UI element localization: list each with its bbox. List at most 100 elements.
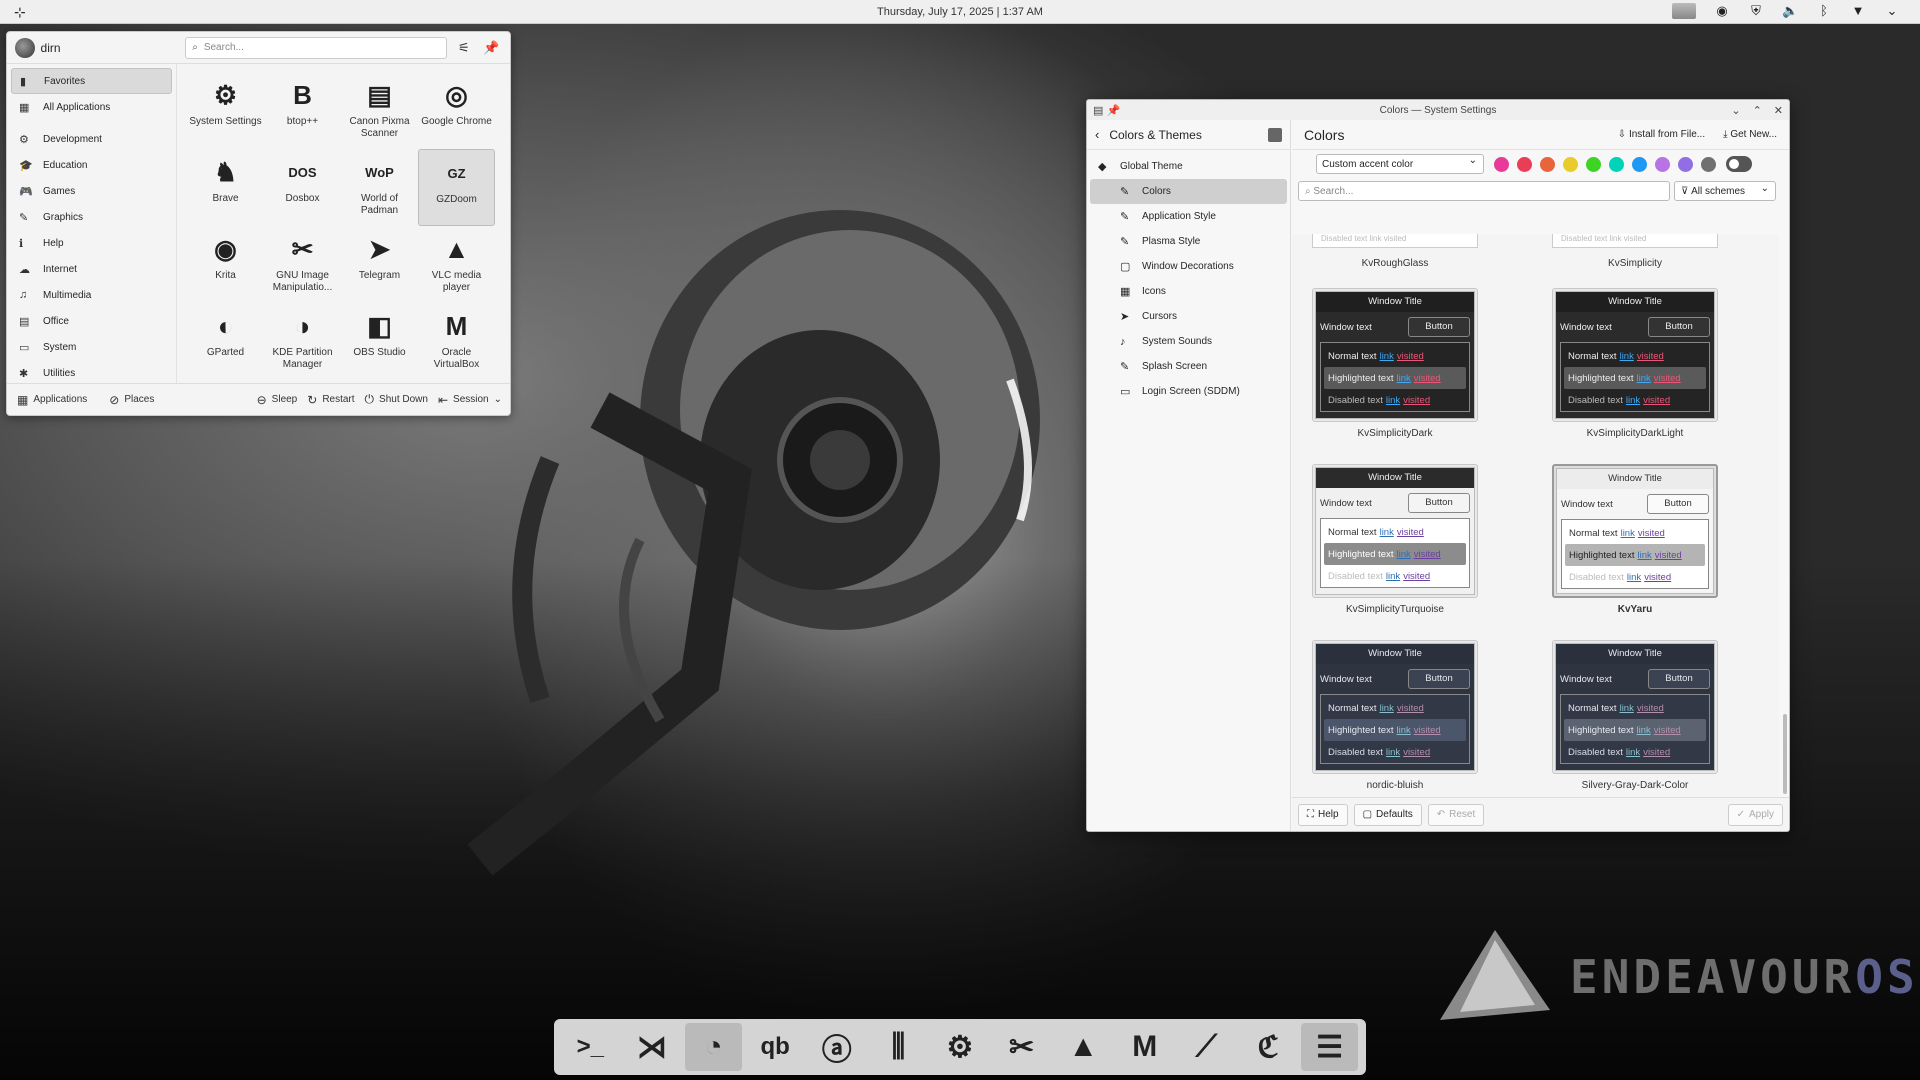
app-obs-studio[interactable]: ◧ OBS Studio <box>341 303 418 380</box>
app-dosbox[interactable]: DOS Dosbox <box>264 149 341 226</box>
accent-color-swatch[interactable] <box>1701 156 1716 172</box>
apply-button[interactable]: ✓ Apply <box>1727 803 1783 826</box>
scheme-filter-select[interactable]: ⊽ All schemes <box>1674 181 1776 201</box>
scheme-preview-partial[interactable]: Disabled text link visited <box>1552 234 1718 248</box>
category-all-applications[interactable]: ▦ All Applications <box>11 94 172 120</box>
app-system-settings[interactable]: ⚙ System Settings <box>187 72 264 149</box>
launcher-search-input[interactable]: ⌕ Search... <box>185 36 448 59</box>
app-btop-[interactable]: Bbtop++ <box>264 72 341 149</box>
category-utilities[interactable]: ✱ Utilities <box>11 360 172 384</box>
avatar[interactable] <box>15 37 35 58</box>
accent-color-swatch[interactable] <box>1517 156 1532 172</box>
a-icon[interactable]: ⓐ <box>808 1023 865 1071</box>
app-krita[interactable]: ◉ Krita <box>187 226 264 303</box>
scheme-preview-partial[interactable]: Disabled text link visited <box>1312 234 1478 248</box>
clock[interactable]: Thursday, July 17, 2025 | 1:37 AM <box>0 6 1920 18</box>
inkscape-icon[interactable]: ▲ <box>1055 1023 1112 1071</box>
category-help[interactable]: ℹ Help <box>11 230 172 256</box>
app-gnu-image-manipulatio-[interactable]: ✂ GNU Image Manipulatio... <box>264 226 341 303</box>
category-system[interactable]: ▭ System <box>11 334 172 360</box>
app-oracle-virtualbox[interactable]: M Oracle VirtualBox <box>418 303 495 380</box>
pin-icon[interactable]: 📌 <box>481 37 502 59</box>
install-from-file-button[interactable]: ⇩ Install from File... <box>1618 129 1705 140</box>
nav-item-splash-screen[interactable]: ✎ Splash Screen <box>1090 354 1287 379</box>
accent-color-swatch[interactable] <box>1609 156 1624 172</box>
nav-item-cursors[interactable]: ➤ Cursors <box>1090 304 1287 329</box>
app-kde-partition-manager[interactable]: ◑ KDE Partition Manager <box>264 303 341 380</box>
category-graphics[interactable]: ✎ Graphics <box>11 204 172 230</box>
vscode-icon[interactable]: ⋊ <box>624 1023 681 1071</box>
restart-button[interactable]: ↻ Restart <box>307 393 354 407</box>
pager-widget[interactable] <box>1672 3 1696 19</box>
nav-item-application-style[interactable]: ✎ Application Style <box>1090 204 1287 229</box>
nav-item-icons[interactable]: ▦ Icons <box>1090 279 1287 304</box>
close-icon[interactable]: ✕ <box>1774 104 1783 117</box>
shutdown-button[interactable]: ⏻ Shut Down <box>365 392 428 407</box>
mixer-icon[interactable]: ⫼ <box>870 1023 927 1071</box>
volume-icon[interactable]: 🔈 <box>1782 3 1798 19</box>
app-gparted[interactable]: ◐ GParted <box>187 303 264 380</box>
gimp-icon[interactable]: ✂ <box>993 1023 1050 1071</box>
app-vlc-media-player[interactable]: ▲ VLC media player <box>418 226 495 303</box>
krita-icon[interactable]: ⟋ <box>1178 1023 1235 1071</box>
color-scheme-card[interactable]: Window Title Window text Button Normal text… <box>1552 288 1718 422</box>
gamepad-icon[interactable]: ◉ <box>1714 3 1730 19</box>
accent-color-swatch[interactable] <box>1540 156 1555 172</box>
help-button[interactable]: ⛶ Help <box>1298 803 1348 826</box>
steam-icon[interactable]: ⚙ <box>932 1023 989 1071</box>
accent-color-swatch[interactable] <box>1655 156 1670 172</box>
app-icon[interactable]: ◔ <box>685 1023 742 1071</box>
color-scheme-card[interactable]: Window Title Window text Button Normal text… <box>1312 464 1478 598</box>
nav-item-system-sounds[interactable]: ♪ System Sounds <box>1090 329 1287 354</box>
nav-item-plasma-style[interactable]: ✎ Plasma Style <box>1090 229 1287 254</box>
configure-icon[interactable]: ⚟ <box>453 37 474 59</box>
app-telegram[interactable]: ➤ Telegram <box>341 226 418 303</box>
bluetooth-icon[interactable]: ᛒ <box>1816 3 1832 19</box>
nav-item-global-theme[interactable]: ◆ Global Theme <box>1090 154 1287 179</box>
applications-tab[interactable]: ▦ Applications <box>17 393 87 407</box>
category-favorites[interactable]: ▮ Favorites <box>11 68 172 94</box>
chevron-down-icon[interactable]: ⌄ <box>1884 3 1900 19</box>
category-office[interactable]: ▤ Office <box>11 308 172 334</box>
get-new-button[interactable]: ⤓ Get New... <box>1723 129 1777 140</box>
category-development[interactable]: ⚙ Development <box>11 126 172 152</box>
color-scheme-card[interactable]: Window Title Window text Button Normal text… <box>1312 640 1478 774</box>
scrollbar[interactable] <box>1783 714 1787 794</box>
custom-color-toggle[interactable] <box>1726 156 1752 172</box>
sidebar-toggle-icon[interactable] <box>1268 127 1282 142</box>
app-brave[interactable]: ♞ Brave <box>187 149 264 226</box>
defaults-button[interactable]: ▢ Defaults <box>1353 803 1422 826</box>
category-games[interactable]: 🎮 Games <box>11 178 172 204</box>
terminal-icon[interactable]: >_ <box>562 1023 619 1071</box>
maximize-icon[interactable]: ⌃ <box>1753 104 1762 117</box>
category-education[interactable]: 🎓 Education <box>11 152 172 178</box>
category-multimedia[interactable]: ♫ Multimedia <box>11 282 172 308</box>
session-button[interactable]: ⇤ Session ⌄ <box>438 393 502 407</box>
category-internet[interactable]: ☁ Internet <box>11 256 172 282</box>
back-icon[interactable]: ‹ <box>1095 127 1099 142</box>
accent-color-swatch[interactable] <box>1494 156 1509 172</box>
accent-color-select[interactable]: Custom accent color <box>1316 154 1484 174</box>
app-world-of-padman[interactable]: WoP World of Padman <box>341 149 418 226</box>
nav-item-colors[interactable]: ✎ Colors <box>1090 179 1287 204</box>
app-canon-pixma-scanner[interactable]: ▤ Canon Pixma Scanner <box>341 72 418 149</box>
color-scheme-card[interactable]: Window Title Window text Button Normal text… <box>1312 288 1478 422</box>
accent-color-swatch[interactable] <box>1678 156 1693 172</box>
shield-icon[interactable]: ⛨ <box>1748 3 1764 19</box>
scheme-search-input[interactable]: ⌕ Search... <box>1298 181 1670 201</box>
typora-icon[interactable]: ℭ <box>1240 1023 1297 1071</box>
network-icon[interactable]: ▼ <box>1850 3 1866 19</box>
sleep-button[interactable]: ⊖ Sleep <box>257 393 298 407</box>
color-scheme-card[interactable]: Window Title Window text Button Normal text… <box>1552 640 1718 774</box>
nav-item-window-decorations[interactable]: ▢ Window Decorations <box>1090 254 1287 279</box>
reset-button[interactable]: ↶ Reset <box>1427 803 1485 826</box>
accent-color-swatch[interactable] <box>1563 156 1578 172</box>
color-scheme-card[interactable]: Window Title Window text Button Normal text… <box>1552 464 1718 598</box>
qbittorrent-icon[interactable]: qb <box>747 1023 804 1071</box>
virtualbox-icon[interactable]: M <box>1116 1023 1173 1071</box>
accent-color-swatch[interactable] <box>1586 156 1601 172</box>
accent-color-swatch[interactable] <box>1632 156 1647 172</box>
nav-item-login-screen-sddm-[interactable]: ▭ Login Screen (SDDM) <box>1090 379 1287 404</box>
app-gzdoom[interactable]: GZ GZDoom <box>418 149 495 226</box>
places-tab[interactable]: ⊘ Places <box>109 393 154 407</box>
